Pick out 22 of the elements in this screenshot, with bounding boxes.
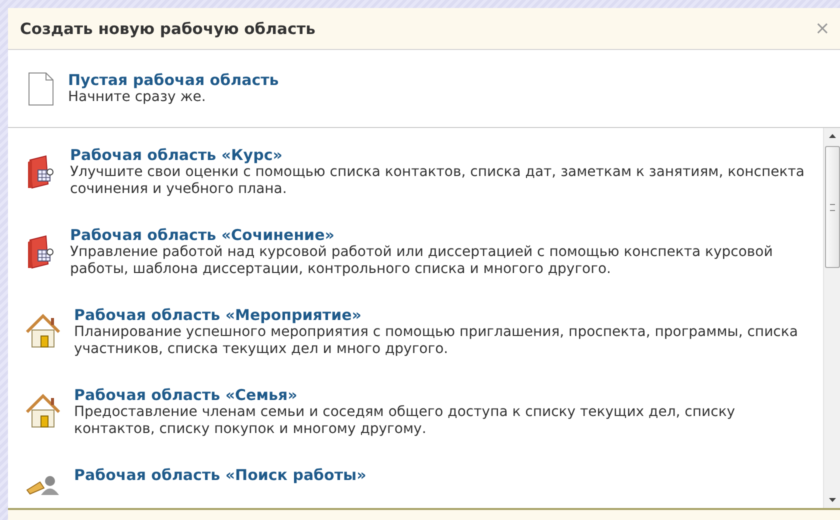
book-icon [26, 234, 56, 270]
item-title-link[interactable]: Пустая рабочая область [68, 71, 279, 90]
person-icon [26, 474, 60, 496]
item-description: Начните сразу же. [68, 89, 207, 106]
scroll-thumb[interactable] [824, 146, 840, 268]
scroll-down-icon[interactable] [828, 498, 836, 502]
item-description: Управление работой над курсовой работой или диссертацией с помощью конспекта курсовой работы, шаблона диссертации, контрольного списка и многого другого. [70, 244, 774, 277]
dialog-title: Создать новую рабочую область [20, 20, 316, 38]
item-title-link[interactable]: Рабочая область «Поиск работы» [74, 466, 366, 484]
item-title-link[interactable]: Рабочая область «Семья» [74, 386, 298, 404]
item-title-link[interactable]: Рабочая область «Мероприятие» [74, 306, 362, 324]
item-description: Планирование успешного мероприятия с помощью приглашения, проспекта, программы, списка участников, списка текущих дел и много другого. [74, 324, 799, 357]
scroll-up-icon[interactable] [828, 134, 836, 138]
blank-page-icon [28, 72, 54, 106]
item-description: Улучшите свои оценки с помощью списка контактов, списка дат, заметкам к занятиям, конспекта сочинения и учебного плана. [70, 164, 806, 197]
item-title-link[interactable]: Рабочая область «Сочинение» [70, 226, 334, 244]
house-icon [26, 314, 60, 348]
scrollbar[interactable] [823, 128, 840, 508]
house-icon [26, 394, 60, 428]
item-description: Предоставление членам семьи и соседям общего доступа к списку текущих дел, списку контактов, списку покупок и многому другому. [74, 404, 736, 437]
book-icon [26, 154, 56, 190]
item-title-link[interactable]: Рабочая область «Курс» [70, 146, 282, 164]
